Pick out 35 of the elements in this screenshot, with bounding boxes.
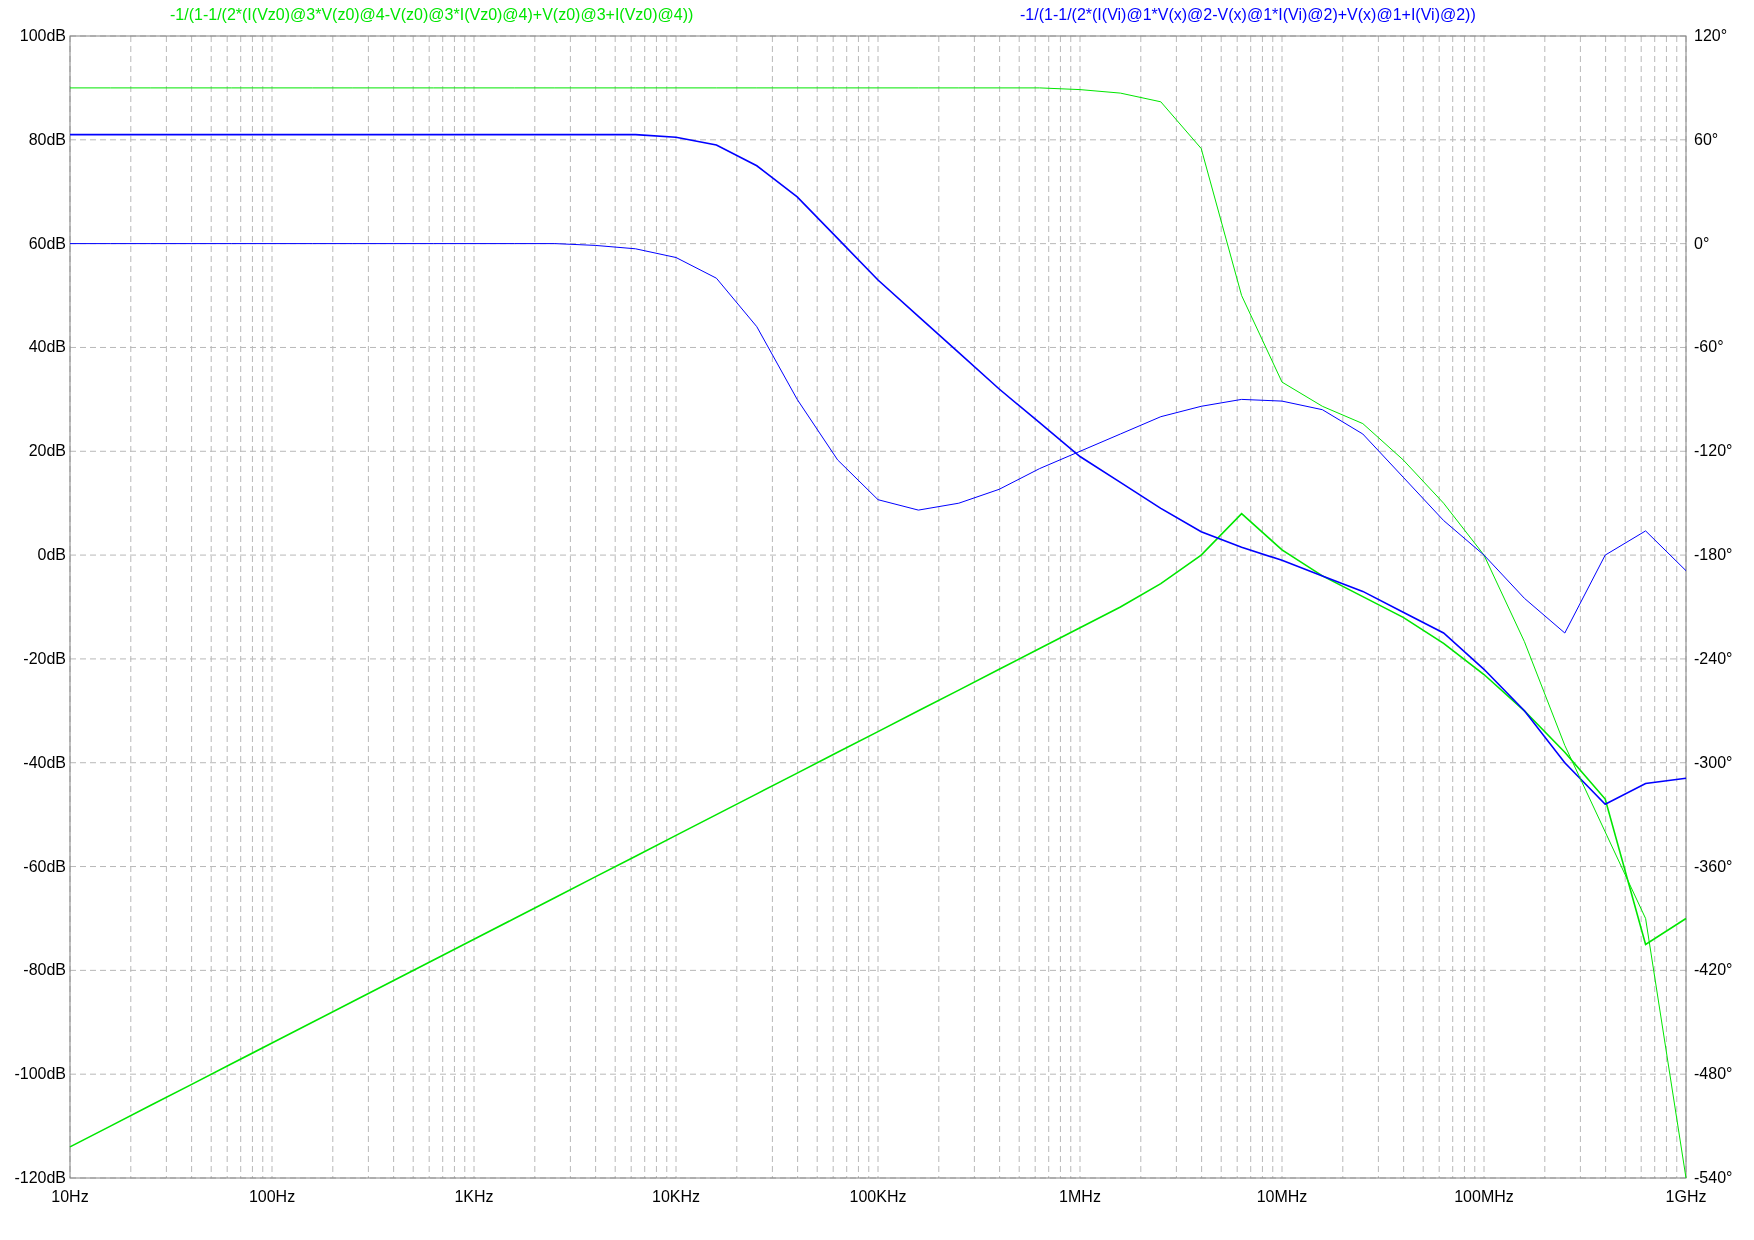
axis-tick-label: 60° — [1694, 130, 1719, 148]
axis-tick-label: -40dB — [23, 753, 66, 771]
trace-legend: -1/(1-1/(2*(I(Vi)@1*V(x)@2-V(x)@1*I(Vi)@2)+V(x)@1+I(Vi)@2)) — [1020, 6, 1476, 23]
axis-tick-label: 100Hz — [248, 1188, 296, 1205]
trace-legend: -1/(1-1/(2*(I(Vz0)@3*V(z0)@4-V(z0)@3*I(Vz0)@4)+V(z0)@3+I(Vz0)@4)) — [170, 6, 694, 23]
axis-tick-label: 80dB — [28, 130, 66, 148]
axis-tick-label: 10Hz — [51, 1188, 89, 1205]
axis-tick-label: 1GHz — [1665, 1188, 1707, 1205]
axis-tick-label: -540° — [1694, 1169, 1733, 1186]
axis-tick-label: -100dB — [14, 1065, 66, 1083]
axis-tick-label: 0° — [1694, 234, 1710, 252]
axis-tick-label: 10MHz — [1256, 1188, 1308, 1205]
axis-tick-label: -360° — [1694, 857, 1733, 875]
axis-tick-label: -120° — [1694, 442, 1733, 460]
axis-tick-label: 40dB — [28, 338, 66, 356]
axis-tick-label: -80dB — [23, 961, 66, 979]
axis-tick-label: 20dB — [28, 442, 66, 460]
axis-tick-label: 60dB — [28, 234, 66, 252]
axis-tick-label: 100KHz — [849, 1188, 907, 1205]
axis-tick-label: -240° — [1694, 649, 1733, 667]
axis-tick-label: 100MHz — [1454, 1188, 1514, 1205]
axis-tick-label: -60dB — [23, 857, 66, 875]
axis-tick-label: -180° — [1694, 546, 1733, 564]
axis-tick-label: 0dB — [37, 546, 66, 564]
axis-tick-label: -120dB — [14, 1169, 66, 1186]
axis-tick-label: 100dB — [19, 27, 66, 44]
axis-tick-label: 1KHz — [454, 1188, 494, 1205]
axis-tick-label: -20dB — [23, 649, 66, 667]
axis-tick-label: -60° — [1694, 338, 1724, 356]
axis-tick-label: 120° — [1694, 27, 1728, 44]
axis-tick-label: -480° — [1694, 1065, 1733, 1083]
axis-tick-label: -300° — [1694, 753, 1733, 771]
axis-tick-label: 1MHz — [1059, 1188, 1101, 1205]
axis-tick-label: -420° — [1694, 961, 1733, 979]
axis-tick-label: 10KHz — [652, 1188, 700, 1205]
